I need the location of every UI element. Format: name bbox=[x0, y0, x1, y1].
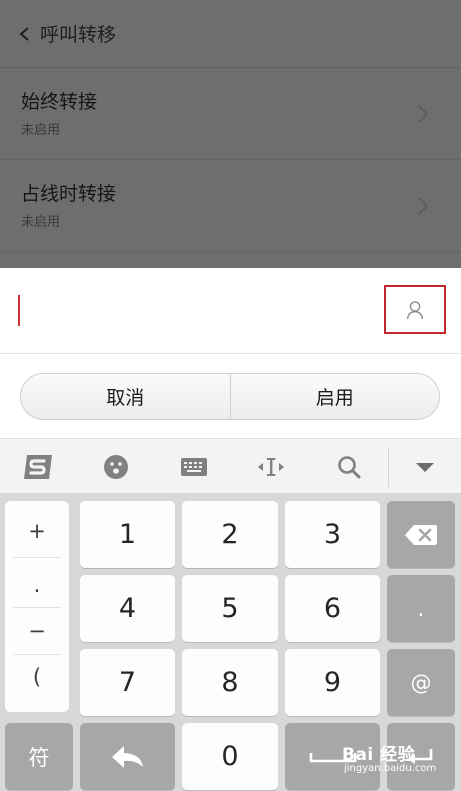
row-status: 未启用 bbox=[21, 215, 61, 230]
page-title: 呼叫转移 bbox=[40, 24, 117, 46]
return-arrow-icon bbox=[111, 745, 143, 768]
symbol-divider bbox=[13, 607, 61, 608]
symbol-divider bbox=[13, 557, 61, 558]
dot-key[interactable]: . bbox=[387, 575, 455, 642]
dialog-button-group: 取消 启用 bbox=[20, 373, 440, 420]
key-3[interactable]: 3 bbox=[285, 501, 380, 568]
symbol-key-dot[interactable]: . bbox=[5, 565, 69, 605]
key-5[interactable]: 5 bbox=[182, 575, 278, 642]
cursor-move-icon[interactable] bbox=[254, 439, 288, 495]
toolbar-divider bbox=[388, 447, 389, 487]
key-1[interactable]: 1 bbox=[80, 501, 175, 568]
contact-picker-button[interactable] bbox=[384, 285, 446, 334]
key-2[interactable]: 2 bbox=[182, 501, 278, 568]
key-9[interactable]: 9 bbox=[285, 649, 380, 716]
symbol-divider bbox=[13, 654, 61, 655]
key-4[interactable]: 4 bbox=[80, 575, 175, 642]
row-status: 未启用 bbox=[21, 123, 61, 138]
row-title: 始终转接 bbox=[21, 91, 98, 113]
cancel-button[interactable]: 取消 bbox=[21, 374, 230, 419]
search-icon[interactable] bbox=[334, 439, 364, 495]
backspace-icon bbox=[405, 524, 437, 545]
chevron-right-icon bbox=[417, 196, 429, 216]
call-forwarding-screen: 呼叫转移 始终转接 未启用 占线时转接 未启用 bbox=[0, 0, 461, 268]
symbol-key-minus[interactable]: − bbox=[5, 611, 69, 651]
contact-icon bbox=[406, 300, 424, 319]
enable-button[interactable]: 启用 bbox=[229, 374, 440, 419]
keyboard-icon[interactable] bbox=[178, 439, 210, 495]
symbols-key[interactable]: 符 bbox=[5, 723, 73, 790]
forward-busy-row[interactable]: 占线时转接 未启用 bbox=[0, 160, 461, 252]
key-0[interactable]: 0 bbox=[182, 723, 278, 790]
forward-always-row[interactable]: 始终转接 未启用 bbox=[0, 68, 461, 160]
phone-number-input[interactable] bbox=[0, 268, 461, 354]
sogou-logo-icon[interactable] bbox=[18, 439, 58, 495]
at-key[interactable]: @ bbox=[387, 649, 455, 716]
collapse-icon[interactable] bbox=[410, 439, 440, 495]
ime-toolbar bbox=[0, 438, 461, 494]
key-7[interactable]: 7 bbox=[80, 649, 175, 716]
return-key[interactable] bbox=[80, 723, 175, 790]
back-arrow-icon[interactable] bbox=[18, 26, 32, 41]
top-bar: 呼叫转移 bbox=[0, 0, 461, 68]
watermark-url-text: jingyan.baidu.com bbox=[344, 763, 437, 774]
symbol-column: + . − ( bbox=[5, 501, 69, 712]
watermark-main-text: Bai 经验 bbox=[342, 745, 416, 765]
key-6[interactable]: 6 bbox=[285, 575, 380, 642]
key-8[interactable]: 8 bbox=[182, 649, 278, 716]
symbol-key-paren[interactable]: ( bbox=[5, 657, 69, 697]
emoji-icon[interactable] bbox=[102, 439, 130, 495]
text-caret bbox=[18, 295, 20, 326]
baidu-jingyan-watermark: Bai 经验 jingyan.baidu.com bbox=[318, 736, 458, 788]
chevron-right-icon bbox=[417, 104, 429, 124]
row-title: 占线时转接 bbox=[21, 183, 117, 205]
symbol-key-plus[interactable]: + bbox=[5, 511, 69, 551]
forward-number-dialog: 取消 启用 bbox=[0, 268, 461, 438]
backspace-key[interactable] bbox=[387, 501, 455, 568]
